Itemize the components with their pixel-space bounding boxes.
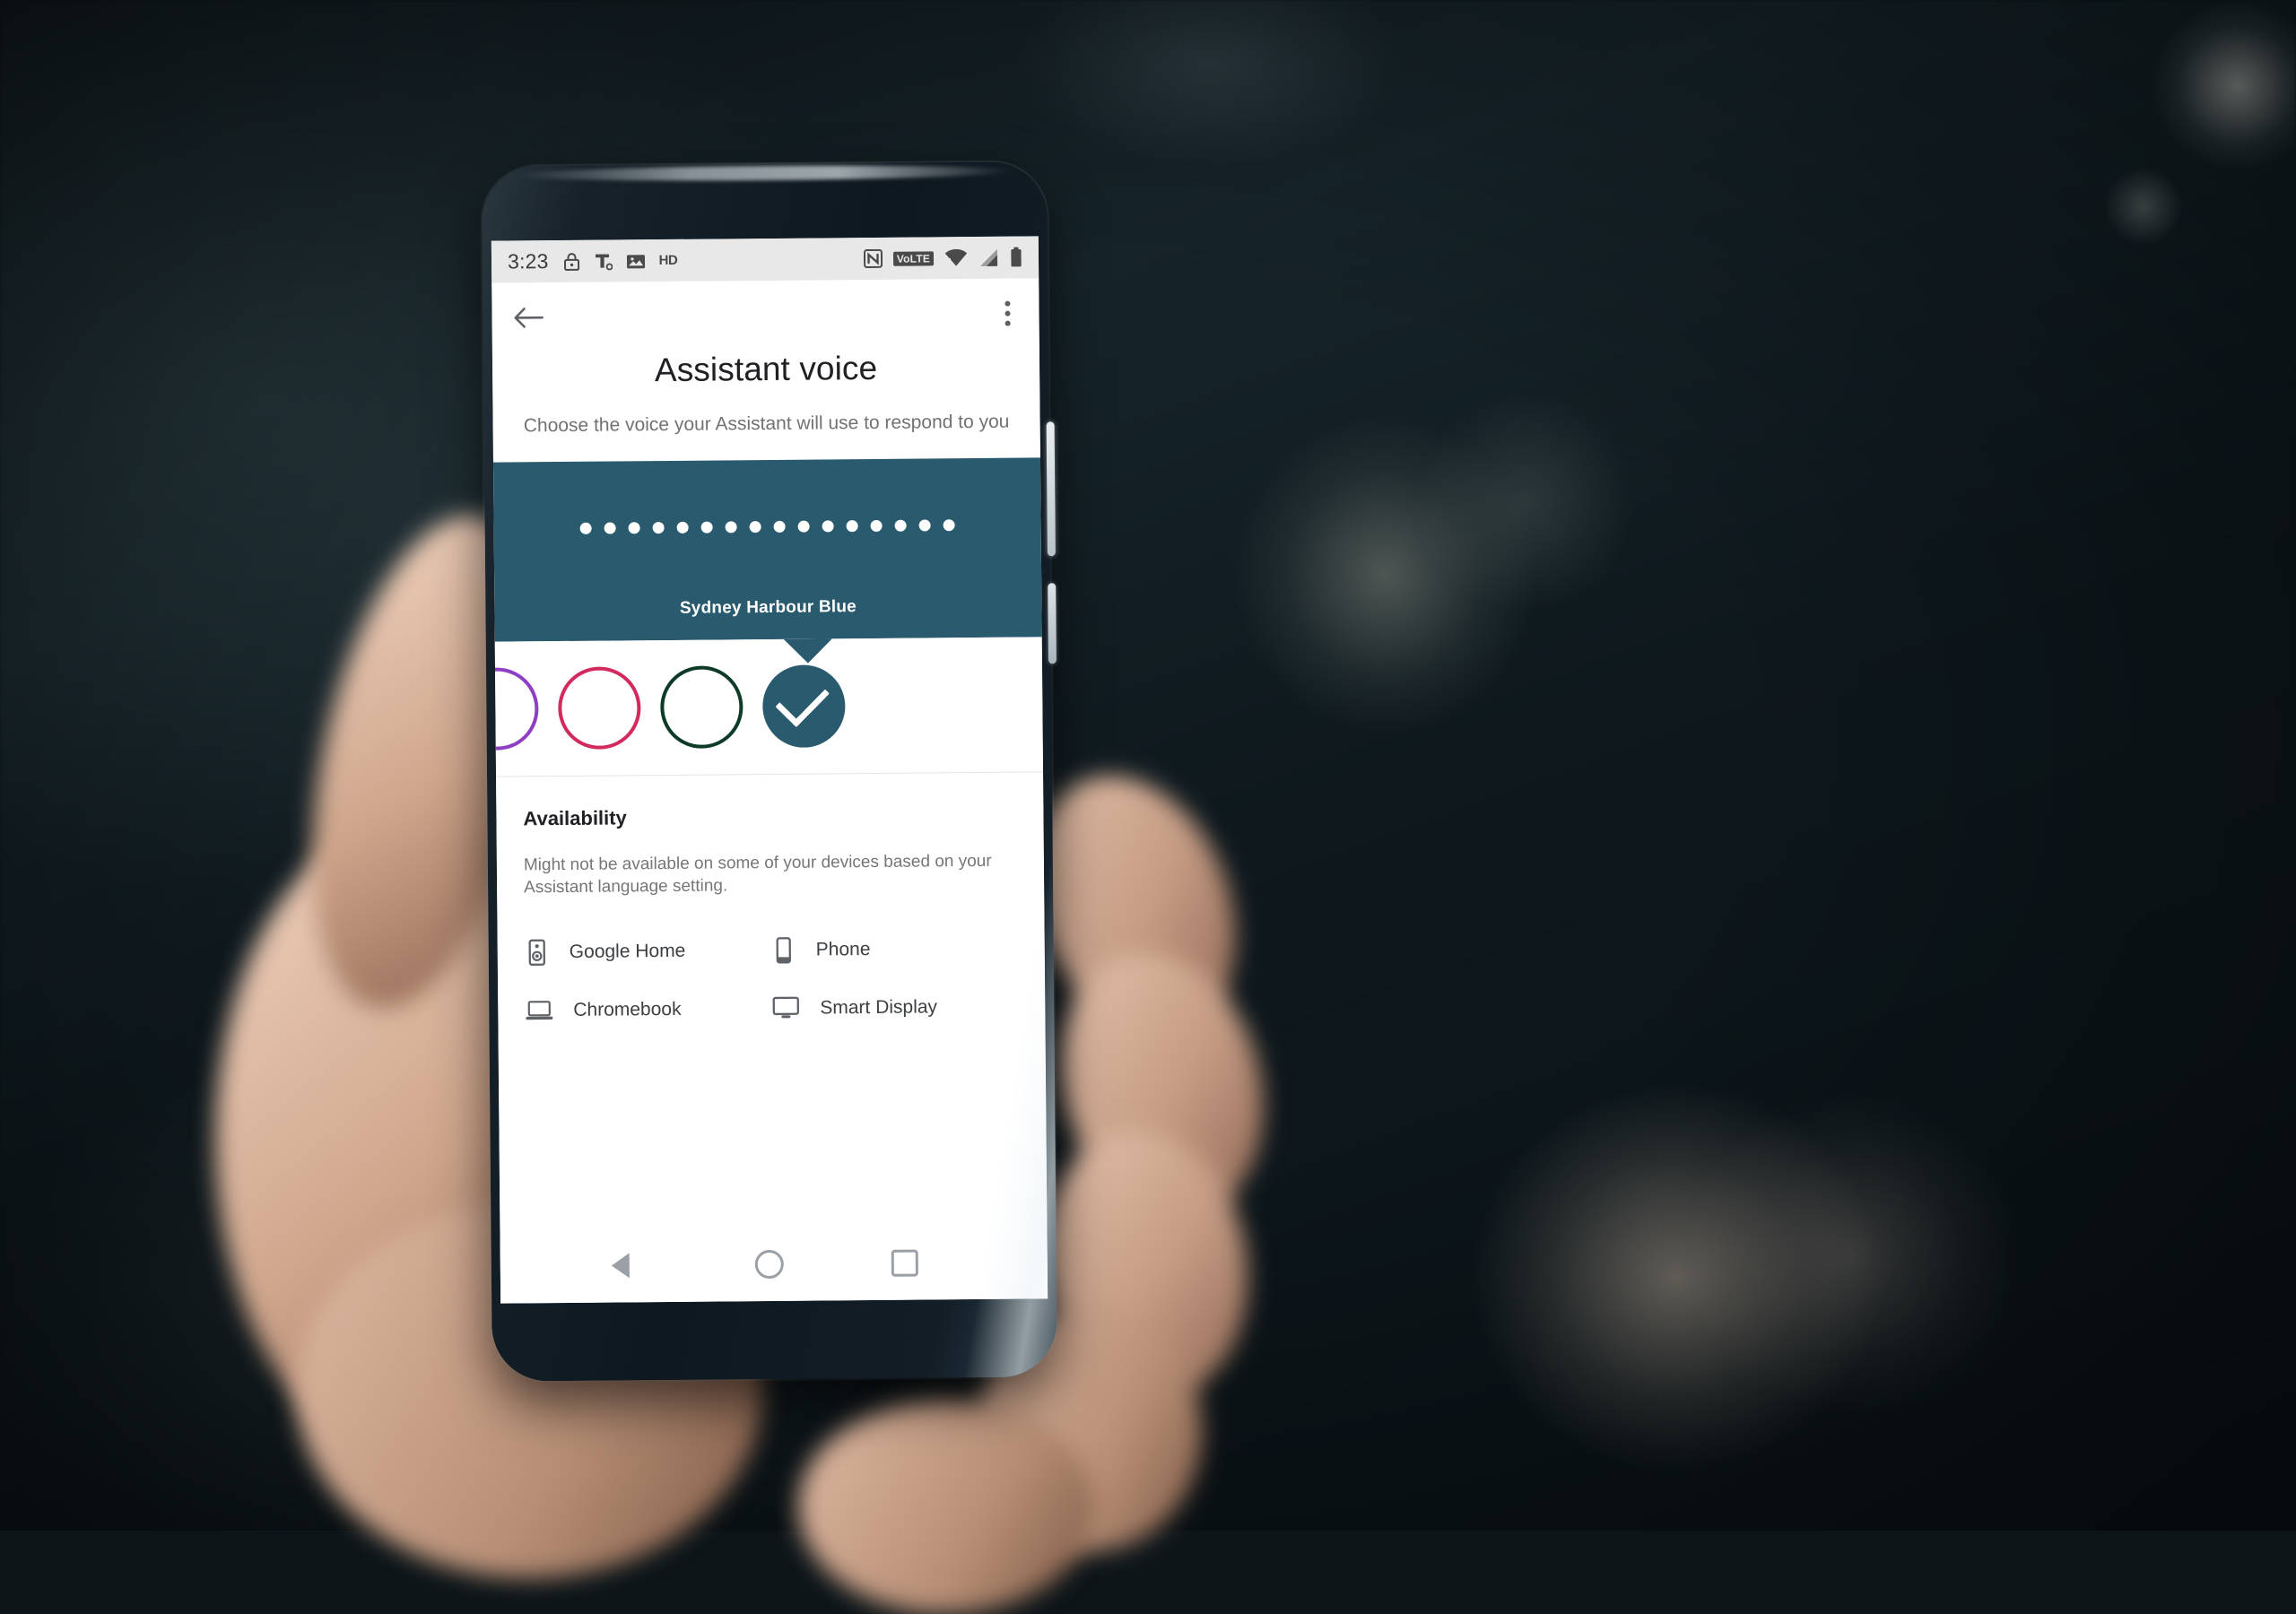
device-label: Chromebook [573,998,682,1020]
device-label: Google Home [569,940,686,962]
laptop-icon [525,999,553,1022]
device-label: Phone [815,939,871,960]
nav-recents-icon[interactable] [891,1249,918,1277]
availability-description: Might not be available on some of your d… [523,851,992,898]
wifi-icon [944,248,968,267]
page-title: Assistant voice [654,349,878,389]
phone-volume-button[interactable] [1048,583,1057,664]
device-item-phone: Phone [771,935,1018,964]
phone-icon [771,937,796,964]
monitor-icon [771,996,800,1020]
nav-home-icon[interactable] [754,1249,784,1280]
page-header: Assistant voice Choose the voice your As… [491,348,1040,463]
voice-swatch-row [491,637,1044,777]
phone-screen: 3:23 HD VoLTE Assistant voice Choose the… [491,236,1048,1304]
voice-swatch-crimson[interactable] [557,665,641,750]
page-subtitle: Choose the voice your Assistant will use… [523,411,1010,437]
app-bar [491,278,1039,353]
status-bar-spacer [677,259,864,261]
voice-swatch-purple[interactable] [491,666,539,751]
voice-waveform [494,518,1041,534]
phone-power-button[interactable] [1046,421,1056,557]
voice-swatch-sydney-harbour-blue[interactable] [761,664,846,748]
selected-voice-name: Sydney Harbour Blue [679,596,857,618]
device-label: Smart Display [820,995,938,1019]
image-icon [626,252,646,270]
availability-section: Availability Might not be available on s… [496,772,1046,1023]
device-item-google-home: Google Home [525,937,771,966]
nfc-icon [863,248,883,269]
voice-swatch-forest-green[interactable] [659,664,744,749]
lock-icon [563,251,580,271]
hd-badge: HD [658,252,678,269]
tmobile-icon [594,251,613,271]
check-icon [774,672,830,728]
speaker-icon [525,939,550,966]
nav-back-icon[interactable] [630,1253,648,1278]
device-item-smart-display: Smart Display [771,994,1018,1020]
battery-icon [1010,247,1022,268]
device-item-chromebook: Chromebook [525,996,771,1022]
availability-heading: Availability [523,806,627,830]
volte-badge: VoLTE [892,250,935,266]
status-bar: 3:23 HD VoLTE [491,236,1039,283]
overflow-menu-icon[interactable] [997,294,1017,334]
back-arrow-icon[interactable] [513,304,544,331]
signal-icon [978,248,999,267]
status-bar-clock: 3:23 [507,249,549,273]
smartphone: 3:23 HD VoLTE Assistant voice Choose the… [482,161,1057,1382]
selected-voice-pointer [783,638,832,664]
device-grid: Google Home Phone Chromebook Smart Displ… [525,935,1019,1023]
android-navigation-bar [500,1225,1048,1304]
voice-preview-panel: Sydney Harbour Blue [492,457,1042,642]
hand-finger-5 [798,1399,1094,1614]
